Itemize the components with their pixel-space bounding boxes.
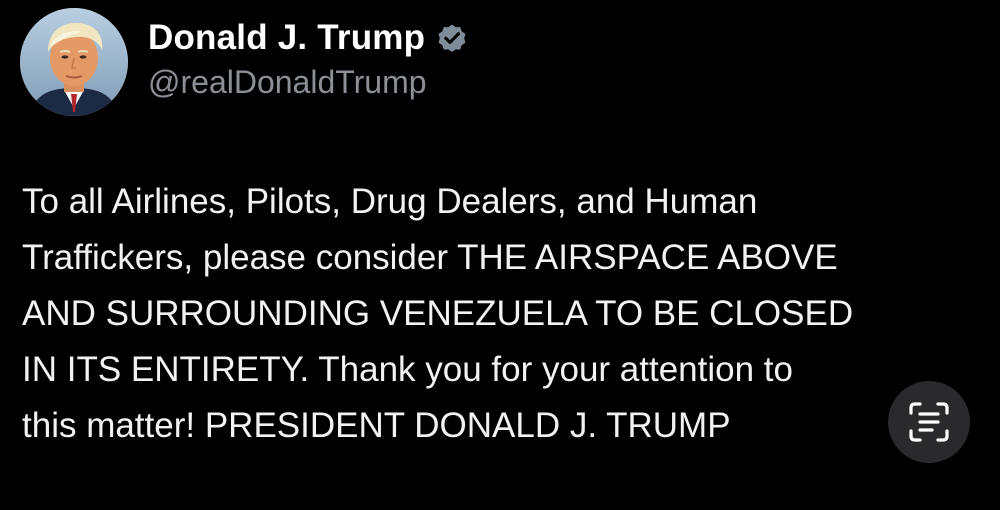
live-text-button[interactable] xyxy=(888,381,970,463)
post-body: To all Airlines, Pilots, Drug Dealers, a… xyxy=(22,174,962,454)
live-text-scan-icon xyxy=(909,402,949,442)
avatar-photo xyxy=(20,8,128,116)
verified-badge-icon xyxy=(435,21,469,55)
post-body-line: this matter! PRESIDENT DONALD J. TRUMP xyxy=(22,406,731,445)
post-body-line: Traffickers, please consider THE AIRSPAC… xyxy=(22,238,838,277)
author-handle[interactable]: @realDonaldTrump xyxy=(148,64,427,101)
avatar[interactable] xyxy=(20,8,128,116)
post-body-line: To all Airlines, Pilots, Drug Dealers, a… xyxy=(22,182,758,221)
display-name[interactable]: Donald J. Trump xyxy=(148,18,425,58)
post-body-line: IN ITS ENTIRETY. Thank you for your atte… xyxy=(22,350,793,389)
post-body-line: AND SURROUNDING VENEZUELA TO BE CLOSED xyxy=(22,294,854,333)
post-card: Donald J. Trump @realDonaldTrump To all … xyxy=(0,0,1000,510)
author-name-row[interactable]: Donald J. Trump xyxy=(148,16,469,60)
